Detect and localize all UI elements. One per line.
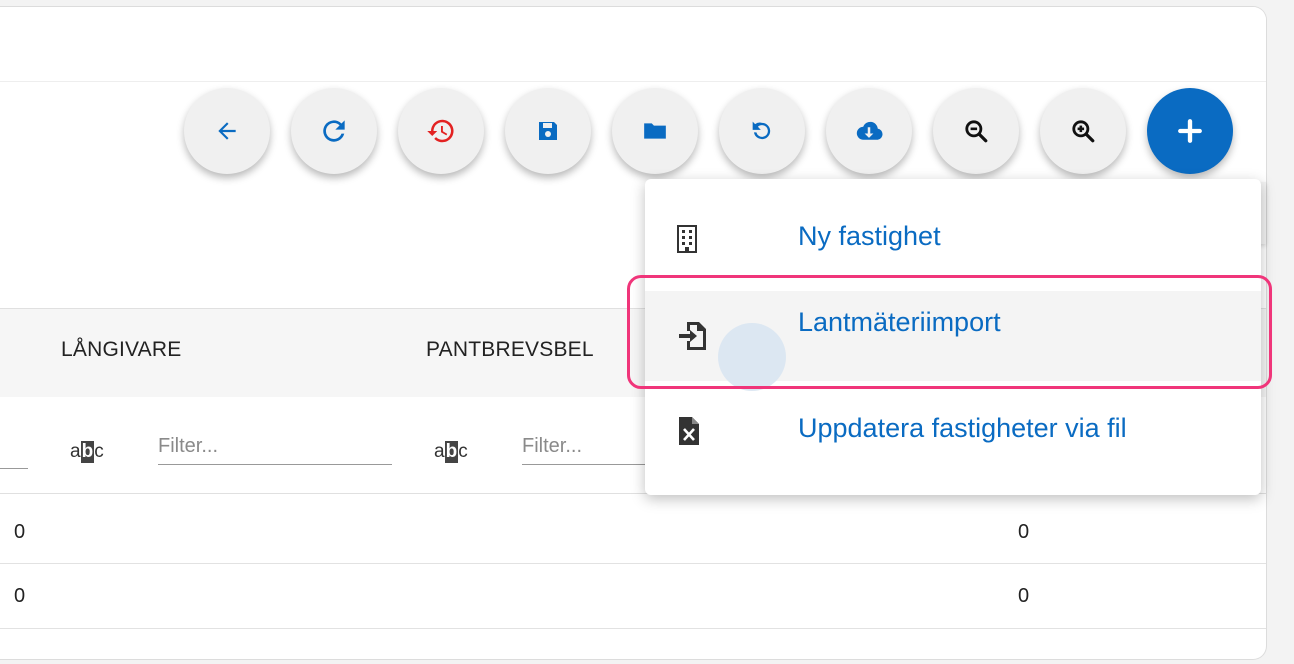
menu-item-label: Lantmäteriimport (798, 307, 1001, 337)
filter-underline-partial (0, 468, 28, 469)
add-menu: Ny fastighet Lantmäteriimport Uppdatera … (645, 179, 1261, 495)
table-cell: 0 (14, 521, 26, 543)
history-icon (427, 119, 454, 143)
zoom-in-icon (1072, 120, 1095, 143)
table-cell: 0 (1018, 521, 1030, 543)
file-import-icon (677, 321, 709, 356)
undo-icon (752, 121, 771, 140)
text-filter-type-icon[interactable]: abc (70, 441, 104, 463)
text-filter-type-icon[interactable]: abc (434, 441, 468, 463)
table-cell: 0 (1018, 585, 1030, 607)
column-header-pantbrevsbelopp[interactable]: PANTBREVSBEL (426, 338, 594, 362)
row-divider (0, 563, 1266, 564)
table-cell: 0 (14, 585, 26, 607)
menu-item-uppdatera-via-fil[interactable]: Uppdatera fastigheter via fil (645, 387, 1261, 477)
cloud-download-icon (856, 121, 883, 140)
history-button[interactable] (398, 88, 484, 174)
building-icon (677, 225, 697, 258)
menu-item-ny-fastighet[interactable]: Ny fastighet (645, 195, 1261, 285)
folder-icon (644, 123, 666, 139)
top-bar (0, 7, 1266, 82)
back-button[interactable] (184, 88, 270, 174)
save-button[interactable] (505, 88, 591, 174)
row-divider (0, 628, 1266, 629)
column-header-langivare[interactable]: LÅNGIVARE (61, 338, 181, 362)
filter-input-langivare[interactable] (158, 428, 392, 465)
undo-button[interactable] (719, 88, 805, 174)
add-button[interactable] (1147, 88, 1233, 174)
menu-item-lantmateriimport[interactable]: Lantmäteriimport (645, 291, 1261, 381)
zoom-in-button[interactable] (1040, 88, 1126, 174)
refresh-button[interactable] (291, 88, 377, 174)
cloud-download-button[interactable] (826, 88, 912, 174)
zoom-out-button[interactable] (933, 88, 1019, 174)
save-icon (539, 122, 557, 140)
refresh-icon (323, 120, 345, 142)
open-folder-button[interactable] (612, 88, 698, 174)
arrow-left-icon (218, 122, 236, 140)
menu-item-label: Ny fastighet (798, 221, 941, 251)
plus-icon (1178, 119, 1202, 143)
menu-item-label: Uppdatera fastigheter via fil (798, 413, 1127, 443)
excel-file-icon (679, 417, 699, 450)
zoom-out-icon (965, 120, 988, 143)
